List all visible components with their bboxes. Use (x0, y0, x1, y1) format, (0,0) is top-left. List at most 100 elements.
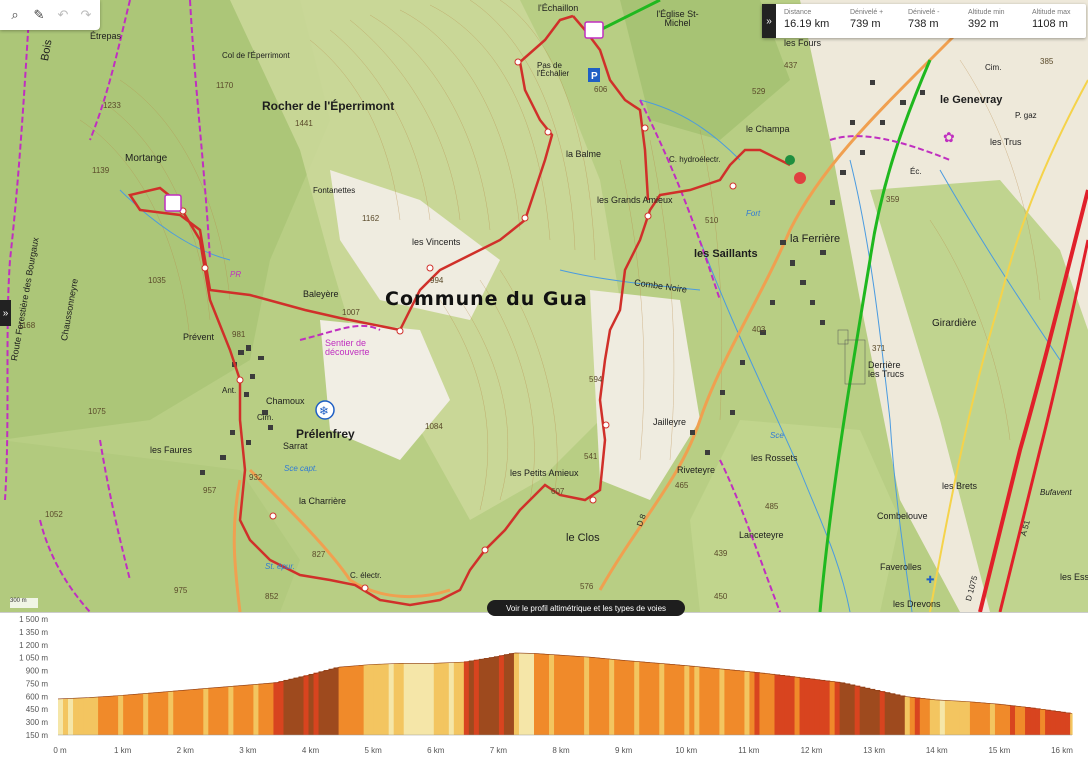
profile-segment (323, 670, 330, 735)
profile-segment (579, 656, 585, 735)
profile-segment (894, 694, 901, 735)
topo-map[interactable]: P ❄ ✿ ✚ Commune du Gua Rocher de l'Éperr… (0, 0, 1088, 612)
profile-segment (889, 693, 896, 735)
petits-amieux-label: les Petits Amieux (510, 468, 579, 478)
profile-segment (974, 702, 981, 735)
profile-segment (664, 663, 670, 735)
profile-segment (864, 687, 871, 735)
profile-segment (98, 696, 104, 735)
profile-segment (624, 660, 630, 735)
profile-segment (148, 692, 154, 735)
profile-segment (769, 673, 776, 735)
profile-segment (649, 662, 655, 735)
ant-label: Ant. (222, 386, 237, 395)
stat-altitude-min: Altitude min 392 m (968, 9, 1005, 30)
profile-segment (714, 668, 720, 735)
wrench-icon[interactable]: ✎ (29, 5, 49, 25)
profile-segment (193, 689, 199, 735)
jailleyre-label: Jailleyre (653, 417, 687, 427)
search-icon[interactable]: ⌕ (5, 5, 25, 25)
x-tick-label: 11 km (738, 746, 760, 755)
profile-segment (328, 668, 335, 735)
profile-segment (704, 667, 710, 735)
riveteyre-label: Riveteyre (677, 465, 716, 475)
y-tick-label: 300 m (26, 718, 49, 727)
profile-segment (333, 667, 340, 735)
profile-segment (1045, 709, 1051, 735)
profile-segment (954, 700, 961, 735)
profile-segment (964, 701, 971, 735)
derriere-label: Derrière les Trucs (868, 360, 905, 379)
col-alt: 1170 (216, 81, 234, 90)
prelenfrey-label: Prélenfrey (296, 427, 355, 441)
profile-segment (629, 660, 635, 735)
alt-510: 510 (705, 216, 719, 225)
profile-segment (438, 662, 445, 735)
profile-segment (368, 664, 375, 735)
alt-852: 852 (265, 592, 279, 601)
profile-segment (729, 669, 736, 735)
profile-segment (914, 697, 921, 735)
sentier-label: Sentier de découverte (325, 338, 370, 357)
profile-segment (418, 663, 425, 735)
show-profile-button[interactable]: Voir le profil altimétrique et les types… (487, 600, 685, 616)
elevation-profile[interactable]: 150 m 300 m 450 m 600 m 750 m 900 m 1 050 m 1 2… (0, 612, 1088, 760)
profile-segment (754, 672, 761, 735)
expand-sidebar-button[interactable]: » (0, 300, 11, 326)
profile-segment (483, 658, 490, 735)
pr-label: PR (230, 270, 242, 279)
y-tick-label: 1 200 m (19, 641, 48, 650)
alt-529: 529 (752, 87, 766, 96)
x-tick-label: 5 km (364, 746, 382, 755)
profile-segment (68, 698, 74, 735)
profile-segment (979, 702, 986, 735)
alt-385: 385 (1040, 57, 1054, 66)
profile-segment (644, 662, 650, 735)
profile-segment (523, 653, 530, 735)
profile-segment (508, 653, 515, 735)
profile-segment (223, 686, 229, 735)
echaillon-label: l'Échaillon (538, 3, 579, 13)
eglise-label: l'Église St-Michel (656, 9, 699, 28)
viewpoint-marker-icon (164, 194, 182, 212)
profile-segment (929, 699, 936, 735)
profile-segment (493, 656, 500, 735)
le-clos-label: le Clos (566, 532, 600, 544)
alt-607: 607 (551, 487, 565, 496)
profile-segment (584, 656, 590, 735)
profile-segment (1035, 708, 1041, 735)
alt-1084: 1084 (425, 422, 443, 431)
alt-1035: 1035 (148, 276, 166, 285)
x-tick-label: 13 km (863, 746, 885, 755)
profile-segment (428, 663, 435, 735)
stats-toggle-button[interactable]: » (762, 4, 776, 38)
rocher-label: Rocher de l'Éperrimont (262, 99, 395, 113)
profile-segment (984, 703, 991, 735)
profile-segment (609, 659, 615, 735)
profile-segment (383, 663, 390, 735)
profile-segment (969, 701, 976, 735)
profile-segment (724, 669, 731, 735)
profile-segment (363, 664, 370, 735)
profile-segment (433, 663, 440, 735)
profile-segment (709, 667, 715, 735)
profile-segment (939, 700, 946, 735)
profile-segment (1050, 710, 1056, 735)
profile-segment (103, 696, 109, 735)
girardiere-label: Girardière (932, 318, 977, 329)
profile-segment (158, 691, 164, 735)
profile-segment (1030, 707, 1036, 735)
redo-icon[interactable]: ↷ (76, 5, 96, 25)
undo-icon[interactable]: ↶ (53, 5, 73, 25)
profile-segment (398, 663, 405, 735)
profile-segment (604, 658, 610, 735)
x-tick-label: 16 km (1051, 746, 1073, 755)
profile-segment (574, 656, 580, 735)
profile-segment (168, 691, 174, 735)
profile-segment (654, 662, 660, 735)
alt-606: 606 (594, 85, 608, 94)
profile-segment (694, 666, 700, 735)
profile-segment (739, 670, 746, 735)
profile-segment (994, 703, 1001, 735)
profile-segment (263, 683, 270, 735)
